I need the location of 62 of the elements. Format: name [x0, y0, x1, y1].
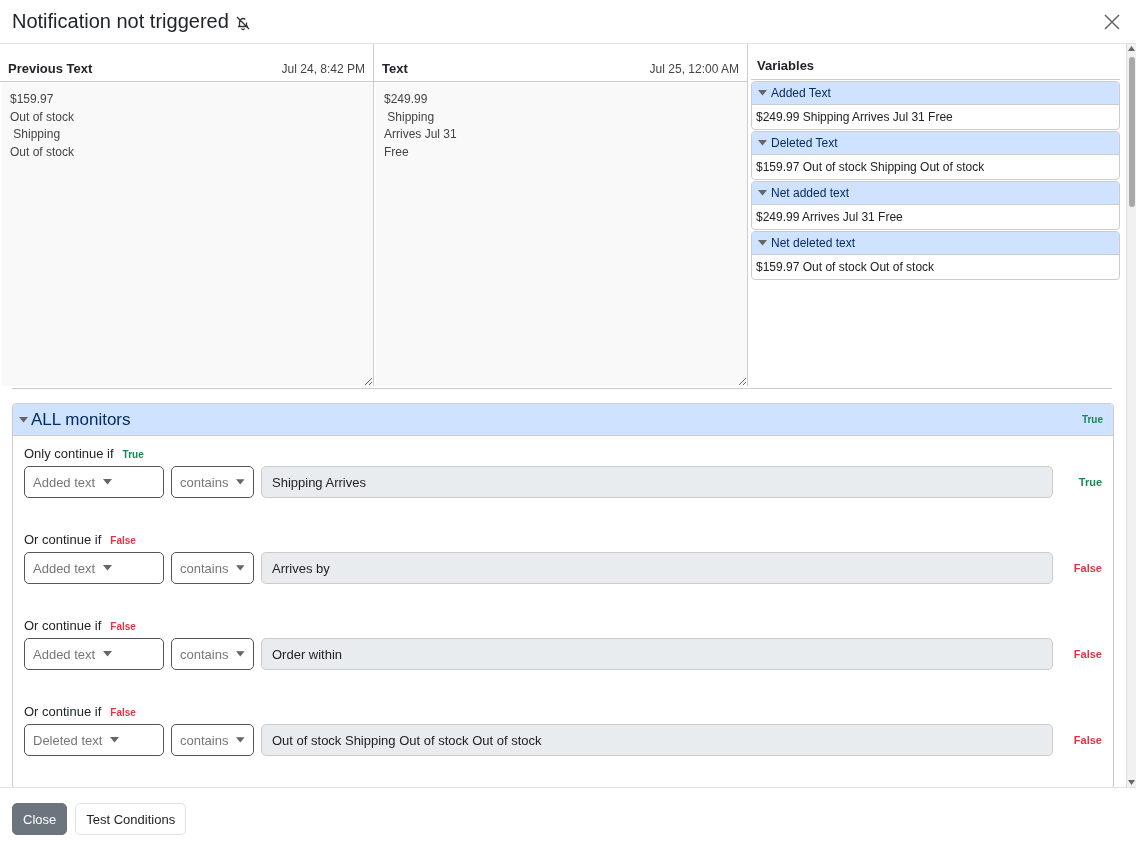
- monitors-header[interactable]: ALL monitors True: [13, 404, 1113, 436]
- caret-icon: [236, 737, 245, 743]
- field-dropdown[interactable]: Added text: [24, 466, 164, 498]
- caret-icon: [758, 240, 767, 246]
- monitors-title: ALL monitors: [31, 409, 131, 430]
- caret-icon: [236, 479, 245, 485]
- column-heading: Variables: [751, 44, 1120, 80]
- variable-value: $159.97 Out of stock Shipping Out of stock: [755, 159, 986, 176]
- value-field[interactable]: Arrives by: [261, 552, 1053, 584]
- operator-dropdown[interactable]: contains: [171, 638, 254, 670]
- previous-text-area[interactable]: $159.97 Out of stock Shipping Out of stock: [2, 83, 373, 386]
- caret-icon: [19, 416, 28, 423]
- field-dropdown[interactable]: Added text: [24, 552, 164, 584]
- window-title: Notification not triggered: [12, 10, 229, 33]
- field-dropdown[interactable]: Deleted text: [24, 724, 164, 756]
- result-label: False: [110, 535, 136, 546]
- operator-dropdown[interactable]: contains: [171, 724, 254, 756]
- value-field[interactable]: Out of stock Shipping Out of stock Out of stock: [261, 724, 1053, 756]
- variable-value: $249.99 Shipping Arrives Jul 31 Free: [755, 109, 954, 126]
- field-dropdown[interactable]: Added text: [24, 638, 164, 670]
- operator-dropdown[interactable]: contains: [171, 552, 254, 584]
- variable-value: $159.97 Out of stock Out of stock: [755, 259, 936, 276]
- result-label: False: [110, 707, 136, 718]
- scroll-down-icon[interactable]: [1128, 780, 1135, 785]
- caret-icon: [236, 651, 245, 657]
- caret-icon: [103, 651, 113, 657]
- caret-icon: [103, 565, 113, 571]
- caret-icon: [236, 565, 245, 571]
- condition-label: Or continue if: [24, 618, 102, 633]
- result-label: False: [1072, 648, 1102, 660]
- column-heading: Previous Text: [8, 61, 93, 76]
- bell-off-icon: [234, 15, 251, 31]
- caret-icon: [758, 190, 767, 196]
- scrollbar[interactable]: [1126, 44, 1136, 787]
- caret-icon: [758, 140, 767, 146]
- operator-dropdown[interactable]: contains: [171, 466, 254, 498]
- caret-icon: [758, 90, 767, 96]
- variable-header[interactable]: Net deleted text: [752, 232, 1119, 255]
- test-conditions-button[interactable]: Test Conditions: [75, 803, 187, 835]
- column-heading: Text: [382, 61, 408, 76]
- value-field[interactable]: Order within: [261, 638, 1053, 670]
- variable-header[interactable]: Net added text: [752, 182, 1119, 205]
- scroll-up-icon[interactable]: [1128, 46, 1135, 51]
- result-label: False: [1072, 562, 1102, 574]
- variable-header[interactable]: Deleted Text: [752, 132, 1119, 155]
- condition-label: Or continue if: [24, 532, 102, 547]
- caret-icon: [110, 737, 120, 743]
- result-label: True: [122, 449, 144, 460]
- caret-icon: [103, 479, 113, 485]
- text-area[interactable]: $249.99 Shipping Arrives Jul 31 Free: [376, 83, 747, 386]
- variable-header[interactable]: Added Text: [752, 82, 1119, 105]
- result-label: False: [1072, 734, 1102, 746]
- timestamp: Jul 24, 8:42 PM: [281, 62, 365, 76]
- condition-label: Or continue if: [24, 704, 102, 719]
- result-label: False: [110, 621, 136, 632]
- result-label: True: [1077, 476, 1102, 488]
- result-label: True: [1081, 414, 1103, 425]
- value-field[interactable]: Shipping Arrives: [261, 466, 1053, 498]
- condition-label: Only continue if: [24, 446, 114, 461]
- close-button[interactable]: Close: [12, 803, 68, 835]
- timestamp: Jul 25, 12:00 AM: [649, 62, 739, 76]
- variable-value: $249.99 Arrives Jul 31 Free: [755, 209, 904, 226]
